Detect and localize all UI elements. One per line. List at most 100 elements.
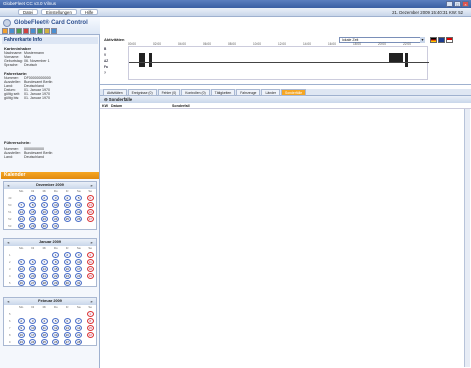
chevron-down-icon[interactable]: ▼ <box>420 37 425 43</box>
next-month-icon[interactable]: » <box>89 183 94 188</box>
calendar-day[interactable]: 12 <box>17 265 25 272</box>
calendar-day[interactable]: 25 <box>40 338 48 345</box>
calendar-day[interactable]: 23 <box>40 215 48 222</box>
minimize-button[interactable]: _ <box>446 1 453 7</box>
calendar-day[interactable]: 31 <box>75 279 83 286</box>
calendar-day[interactable]: 3 <box>75 251 83 258</box>
calendar-day[interactable]: 19 <box>52 331 60 338</box>
calendar-day[interactable]: 13 <box>63 324 71 331</box>
flag-de-icon[interactable] <box>430 37 437 43</box>
calendar-day[interactable]: 9 <box>63 258 71 265</box>
calendar-day[interactable]: 14 <box>75 324 83 331</box>
calendar-day[interactable]: 21 <box>40 272 48 279</box>
calendar-day[interactable]: 24 <box>29 338 37 345</box>
maximize-button[interactable]: □ <box>454 1 461 7</box>
calendar-day[interactable]: 6 <box>86 194 94 201</box>
calendar-day[interactable]: 12 <box>52 324 60 331</box>
calendar-day[interactable]: 7 <box>75 317 83 324</box>
calendar-day[interactable]: 10 <box>75 258 83 265</box>
calendar-day[interactable]: 24 <box>52 215 60 222</box>
calendar-day[interactable]: 17 <box>29 331 37 338</box>
calendar-day[interactable]: 11 <box>63 201 71 208</box>
help-icon[interactable] <box>51 28 57 34</box>
calendar-day[interactable]: 13 <box>86 201 94 208</box>
calendar-day[interactable]: 15 <box>29 208 37 215</box>
calendar-day[interactable]: 16 <box>63 265 71 272</box>
calendar-day[interactable]: 9 <box>40 201 48 208</box>
calendar-day[interactable]: 7 <box>17 201 25 208</box>
calendar-day[interactable]: 5 <box>52 317 60 324</box>
prev-month-icon[interactable]: « <box>6 183 11 188</box>
calendar-day[interactable]: 20 <box>86 208 94 215</box>
calendar-day[interactable]: 17 <box>52 208 60 215</box>
calendar-day[interactable]: 2 <box>63 251 71 258</box>
calendar-day[interactable]: 7 <box>40 258 48 265</box>
calendar-day[interactable]: 10 <box>52 201 60 208</box>
calendar-day[interactable]: 25 <box>63 215 71 222</box>
tab-3[interactable]: Kontrollen (0) <box>181 89 210 96</box>
menu-datei[interactable]: Datei <box>18 9 39 15</box>
calendar-day[interactable]: 5 <box>75 194 83 201</box>
calendar-day[interactable]: 19 <box>17 272 25 279</box>
refresh-icon[interactable] <box>16 28 22 34</box>
calendar-day[interactable]: 22 <box>86 331 94 338</box>
calendar-day[interactable]: 27 <box>86 215 94 222</box>
scrollbar[interactable] <box>464 109 470 367</box>
calendar-day[interactable]: 22 <box>29 215 37 222</box>
calendar-day[interactable]: 28 <box>40 279 48 286</box>
calendar-day[interactable]: 1 <box>52 251 60 258</box>
calendar-day[interactable]: 18 <box>40 331 48 338</box>
calendar-day[interactable]: 14 <box>40 265 48 272</box>
calendar-day[interactable]: 4 <box>86 251 94 258</box>
calendar-day[interactable]: 12 <box>75 201 83 208</box>
calendar-day[interactable]: 18 <box>86 265 94 272</box>
calendar-day[interactable]: 1 <box>86 310 94 317</box>
calendar-day[interactable]: 23 <box>17 338 25 345</box>
calendar-day[interactable]: 21 <box>75 331 83 338</box>
calendar-day[interactable]: 2 <box>17 317 25 324</box>
close-button[interactable]: × <box>462 1 469 7</box>
flag-pl-icon[interactable] <box>446 37 453 43</box>
menu-hilfe[interactable]: Hilfe <box>79 9 99 15</box>
calendar-day[interactable]: 13 <box>29 265 37 272</box>
calendar-day[interactable]: 26 <box>75 215 83 222</box>
column-datum[interactable]: Datum <box>111 103 122 109</box>
tab-5[interactable]: Fahrzeuge <box>236 89 261 96</box>
calendar-day[interactable]: 24 <box>75 272 83 279</box>
tab-1[interactable]: Ereignisse (0) <box>127 89 157 96</box>
calendar-day[interactable]: 11 <box>86 258 94 265</box>
calendar-day[interactable]: 18 <box>63 208 71 215</box>
calendar-day[interactable]: 23 <box>63 272 71 279</box>
calendar-day[interactable]: 9 <box>17 324 25 331</box>
calendar-day[interactable]: 16 <box>40 208 48 215</box>
calendar-day[interactable]: 15 <box>52 265 60 272</box>
column-kw[interactable]: KW <box>102 103 108 109</box>
calendar-day[interactable]: 30 <box>63 279 71 286</box>
calendar-day[interactable]: 20 <box>29 272 37 279</box>
tab-0[interactable]: Aktivitäten <box>103 89 127 96</box>
calendar-day[interactable]: 30 <box>40 222 48 229</box>
next-month-icon[interactable]: » <box>89 240 94 245</box>
calendar-day[interactable]: 25 <box>86 272 94 279</box>
flag-en-icon[interactable] <box>438 37 445 43</box>
settings-icon[interactable] <box>44 28 50 34</box>
calendar-day[interactable]: 29 <box>29 222 37 229</box>
calendar-day[interactable]: 6 <box>63 317 71 324</box>
calendar-day[interactable]: 5 <box>17 258 25 265</box>
calendar-day[interactable]: 6 <box>29 258 37 265</box>
calendar-day[interactable]: 17 <box>75 265 83 272</box>
card-read-icon[interactable] <box>2 28 8 34</box>
calendar-day[interactable]: 3 <box>52 194 60 201</box>
calendar-day[interactable]: 28 <box>17 222 25 229</box>
calendar-day[interactable]: 4 <box>40 317 48 324</box>
calendar-day[interactable]: 20 <box>63 331 71 338</box>
tab-6[interactable]: Länder <box>261 89 281 96</box>
prev-month-icon[interactable]: « <box>6 299 11 304</box>
calendar-day[interactable]: 4 <box>63 194 71 201</box>
calendar-day[interactable]: 10 <box>29 324 37 331</box>
calendar-day[interactable]: 26 <box>52 338 60 345</box>
tab-2[interactable]: Fehler (0) <box>157 89 181 96</box>
calendar-day[interactable]: 16 <box>17 331 25 338</box>
calendar-day[interactable]: 8 <box>86 317 94 324</box>
calendar-day[interactable]: 3 <box>29 317 37 324</box>
